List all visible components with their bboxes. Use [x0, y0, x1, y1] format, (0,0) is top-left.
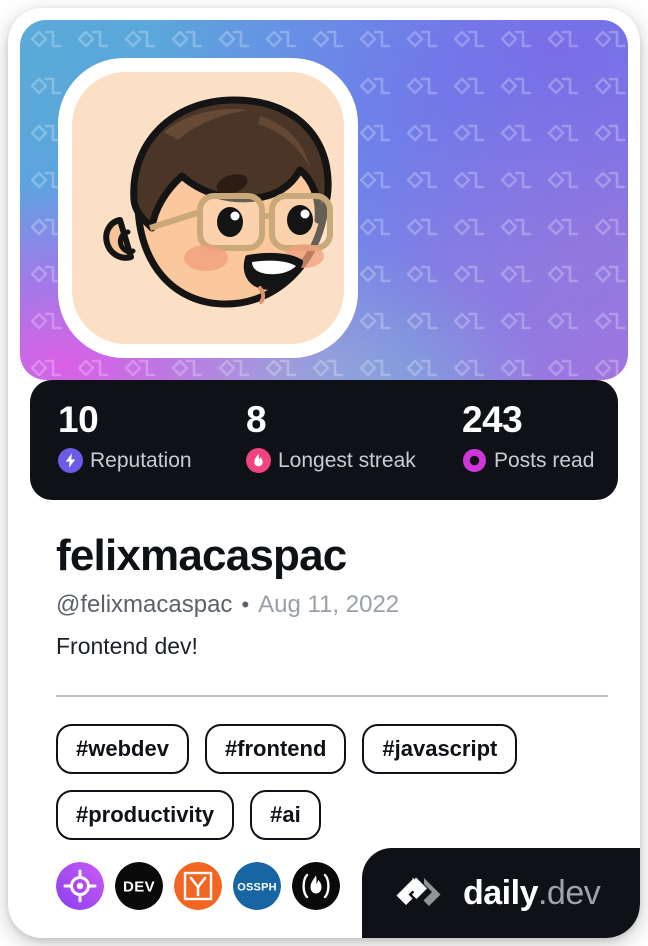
display-name: felixmacaspac: [56, 531, 347, 580]
tag-item[interactable]: #webdev: [56, 724, 189, 774]
tag-item[interactable]: #productivity: [56, 790, 235, 840]
y-combinator-badge-icon[interactable]: [174, 862, 222, 910]
stat-label: Longest streak: [278, 449, 416, 472]
badge-list: DEV OSSPH: [56, 862, 340, 910]
reputation-bolt-icon: [58, 448, 83, 473]
user-handle: @felixmacaspac: [56, 591, 233, 618]
tag-item[interactable]: #ai: [250, 790, 321, 840]
purple-target-badge-icon[interactable]: [56, 862, 104, 910]
stat-value: 8: [246, 399, 267, 440]
separator-dot: •: [241, 592, 250, 617]
ossph-badge-icon[interactable]: OSSPH: [233, 862, 281, 910]
svg-text:DEV: DEV: [123, 879, 155, 896]
streak-flame-icon: [246, 448, 271, 473]
tag-item[interactable]: #javascript: [362, 724, 518, 774]
stat-label: Reputation: [90, 449, 192, 472]
daily-dev-brand: daily.dev: [362, 848, 640, 938]
stat-value: 243: [462, 399, 523, 440]
dev-community-badge-icon[interactable]: DEV: [115, 862, 163, 910]
profile-identity: felixmacaspac @felixmacaspac • Aug 11, 2…: [56, 530, 616, 661]
divider: [56, 695, 608, 697]
brand-name: daily: [463, 873, 538, 912]
brand-text: daily.dev: [463, 873, 601, 913]
tag-list: #webdev #frontend #javascript #productiv…: [56, 724, 612, 840]
svg-text:OSSPH: OSSPH: [237, 882, 277, 894]
stat-reputation: 10 Reputation: [30, 398, 218, 500]
stats-bar: 10 Reputation 8 Longest streak 243 Posts…: [30, 380, 618, 500]
stat-longest-streak: 8 Longest streak: [218, 398, 434, 500]
avatar: [72, 72, 344, 344]
tag-item[interactable]: #frontend: [204, 724, 347, 774]
joined-date: Aug 11, 2022: [258, 591, 400, 618]
daily-dev-logo-icon: [396, 877, 441, 906]
brand-suffix: .dev: [537, 873, 601, 912]
stat-posts-read: 243 Posts read: [434, 398, 618, 500]
stat-label: Posts read: [494, 449, 595, 472]
profile-bio: Frontend dev!: [56, 633, 198, 659]
cover-banner: [20, 20, 628, 380]
stat-value: 10: [58, 399, 99, 440]
avatar-frame: [58, 58, 358, 358]
devcard: 10 Reputation 8 Longest streak 243 Posts…: [8, 8, 640, 938]
flame-badge-icon[interactable]: [292, 862, 340, 910]
posts-read-ring-icon: [463, 449, 486, 472]
handle-row: @felixmacaspac • Aug 11, 2022: [56, 590, 616, 620]
